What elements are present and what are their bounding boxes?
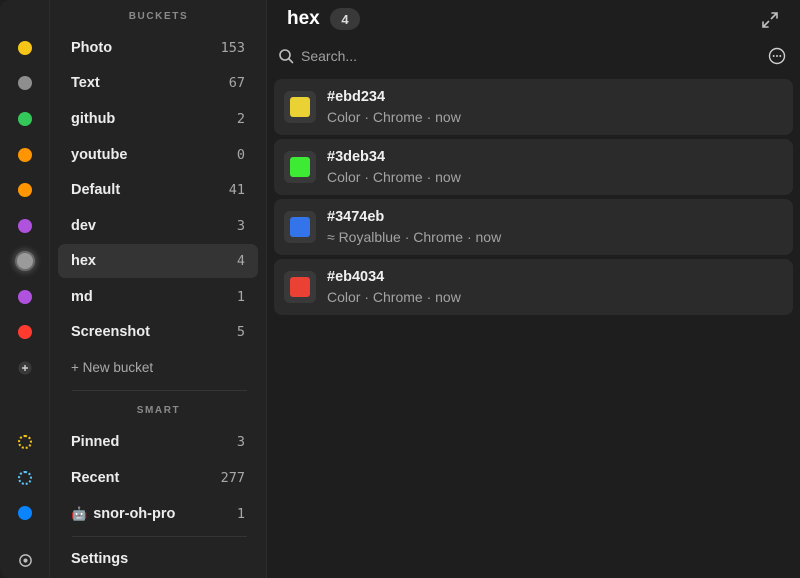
bucket-dot-screenshot[interactable]	[18, 325, 32, 339]
bucket-dot-hex[interactable]	[15, 251, 35, 271]
sidebar-item-dev[interactable]: dev 3	[58, 209, 258, 243]
sidebar-item-recent[interactable]: Recent 277	[58, 461, 258, 495]
sidebar-item-count: 3	[236, 218, 245, 234]
app-window: BUCKETS Photo 153 Text 67 github 2 youtu…	[0, 0, 800, 578]
buckets-section-label: BUCKETS	[128, 11, 189, 22]
plus-icon[interactable]	[16, 359, 34, 377]
bucket-dot-snor-oh-pro[interactable]	[18, 506, 32, 520]
clip-item-card[interactable]: #ebd234 Color · Chrome · now	[274, 79, 793, 135]
expand-icon[interactable]	[760, 10, 780, 30]
color-swatch	[284, 211, 316, 243]
sidebar-item-label: Recent	[71, 470, 120, 486]
sidebar-item-label: Text	[71, 75, 100, 91]
sidebar-item-count: 1	[236, 506, 245, 522]
divider	[72, 390, 247, 391]
bucket-dot-youtube[interactable]	[18, 148, 32, 162]
clip-item-subtitle: Color · Chrome · now	[327, 169, 461, 185]
sidebar-item-label: Default	[71, 182, 121, 198]
sidebar-item-count: 1	[236, 289, 245, 305]
clip-item-card[interactable]: #3deb34 Color · Chrome · now	[274, 139, 793, 195]
color-swatch	[284, 271, 316, 303]
bucket-dot-dev[interactable]	[18, 219, 32, 233]
sidebar-item-label: Screenshot	[71, 324, 150, 340]
bucket-dot-github[interactable]	[18, 112, 32, 126]
search-icon	[278, 48, 294, 64]
new-bucket-button[interactable]: + New bucket	[71, 360, 153, 375]
sidebar-item-count: 5	[236, 324, 245, 340]
bucket-dot-default[interactable]	[18, 183, 32, 197]
sidebar-item-youtube[interactable]: youtube 0	[58, 138, 258, 172]
sidebar-item-label: hex	[71, 253, 96, 269]
sidebar-item-text[interactable]: Text 67	[58, 66, 258, 100]
more-icon[interactable]	[768, 47, 786, 65]
sidebar-item-snor-oh-pro[interactable]: 🤖 snor-oh-pro 1	[58, 497, 258, 531]
pinned-ring-icon[interactable]	[18, 435, 32, 449]
sidebar-item-count: 3	[236, 434, 245, 450]
sidebar-item-photo[interactable]: Photo 153	[58, 31, 258, 65]
sidebar-item-screenshot[interactable]: Screenshot 5	[58, 315, 258, 349]
sidebar-item-label: Pinned	[71, 434, 120, 450]
settings-label: Settings	[71, 551, 129, 567]
sidebar-item-count: 277	[220, 470, 245, 486]
sidebar: BUCKETS Photo 153 Text 67 github 2 youtu…	[50, 0, 267, 578]
sidebar-item-count: 153	[220, 40, 245, 56]
sidebar-item-label: snor-oh-pro	[93, 506, 176, 522]
sidebar-item-count: 4	[236, 253, 245, 269]
clip-item-subtitle: Color · Chrome · now	[327, 109, 461, 125]
clip-item-card[interactable]: #eb4034 Color · Chrome · now	[274, 259, 793, 315]
bucket-dot-text[interactable]	[18, 76, 32, 90]
bucket-dot-photo[interactable]	[18, 41, 32, 55]
sidebar-item-count: 41	[228, 182, 245, 198]
sidebar-item-label: Photo	[71, 40, 113, 56]
sidebar-item-default[interactable]: Default 41	[58, 173, 258, 207]
settings-button[interactable]: Settings	[58, 542, 258, 576]
sidebar-item-pinned[interactable]: Pinned 3	[58, 425, 258, 459]
gear-icon[interactable]	[16, 551, 34, 569]
clip-item-card[interactable]: #3474eb ≈ Royalblue · Chrome · now	[274, 199, 793, 255]
main-panel: hex 4 #ebd234 Color · Chrome · now	[267, 0, 800, 578]
sidebar-item-md[interactable]: md 1	[58, 280, 258, 314]
sidebar-item-count: 0	[236, 147, 245, 163]
sidebar-item-label: md	[71, 289, 93, 305]
clip-item-title: #3474eb	[327, 209, 385, 225]
item-count-badge: 4	[330, 8, 360, 30]
clip-item-title: #eb4034	[327, 269, 385, 285]
color-swatch	[284, 91, 316, 123]
sidebar-item-count: 2	[236, 111, 245, 127]
search-input[interactable]	[301, 45, 721, 67]
clip-item-subtitle: Color · Chrome · now	[327, 289, 461, 305]
sidebar-item-hex[interactable]: hex 4	[58, 244, 258, 278]
sidebar-item-count: 67	[228, 75, 245, 91]
page-title: hex	[287, 8, 320, 29]
color-swatch	[284, 151, 316, 183]
bucket-color-rail	[0, 0, 50, 578]
robot-icon: 🤖	[71, 506, 88, 521]
sidebar-item-github[interactable]: github 2	[58, 102, 258, 136]
recent-ring-icon[interactable]	[18, 471, 32, 485]
sidebar-item-label: dev	[71, 218, 96, 234]
divider	[72, 536, 247, 537]
sidebar-item-label: youtube	[71, 147, 128, 163]
smart-section-label: SMART	[136, 405, 181, 416]
bucket-dot-md[interactable]	[18, 290, 32, 304]
clip-item-title: #ebd234	[327, 89, 386, 105]
sidebar-item-label: github	[71, 111, 116, 127]
clip-item-subtitle: ≈ Royalblue · Chrome · now	[327, 229, 502, 245]
clip-item-title: #3deb34	[327, 149, 386, 165]
